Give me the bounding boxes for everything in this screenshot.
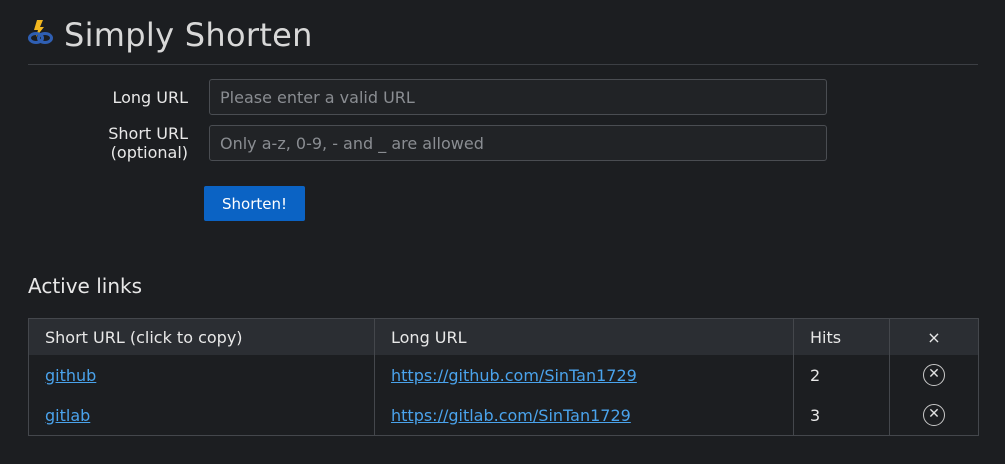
app-header: Simply Shorten	[28, 12, 978, 65]
delete-cell: ✕	[890, 395, 979, 436]
app-title: Simply Shorten	[64, 16, 313, 54]
column-header-hits: Hits	[793, 318, 890, 355]
column-header-delete: ×	[889, 318, 979, 355]
column-header-long-url: Long URL	[374, 318, 794, 355]
short-url-cell: github	[28, 355, 375, 395]
long-url-link[interactable]: https://gitlab.com/SinTan1729	[391, 406, 631, 425]
short-url-label-main: Short URL	[108, 124, 188, 143]
close-circle-icon[interactable]: ✕	[923, 404, 945, 426]
short-url-label-optional: (optional)	[110, 143, 188, 162]
active-links-heading: Active links	[28, 274, 143, 298]
long-url-input[interactable]	[209, 79, 827, 115]
long-url-cell: https://github.com/SinTan1729	[374, 355, 794, 395]
hits-cell: 3	[793, 395, 890, 436]
table-row: github https://github.com/SinTan1729 2 ✕	[28, 355, 979, 395]
column-header-short-url: Short URL (click to copy)	[28, 318, 375, 355]
active-links-table: Short URL (click to copy) Long URL Hits …	[28, 318, 979, 436]
close-circle-icon[interactable]: ✕	[923, 364, 945, 386]
hits-cell: 2	[793, 355, 890, 395]
short-url-label: Short URL (optional)	[28, 124, 188, 162]
table-row: gitlab https://gitlab.com/SinTan1729 3 ✕	[28, 395, 979, 436]
delete-cell: ✕	[890, 355, 979, 395]
long-url-link[interactable]: https://github.com/SinTan1729	[391, 366, 637, 385]
short-url-link[interactable]: gitlab	[45, 406, 90, 425]
app-logo-icon	[28, 20, 53, 44]
long-url-cell: https://gitlab.com/SinTan1729	[374, 395, 794, 436]
shorten-button[interactable]: Shorten!	[204, 186, 305, 221]
app-page: Simply Shorten Long URL Short URL (optio…	[0, 0, 1005, 464]
long-url-label: Long URL	[112, 88, 188, 107]
short-url-link[interactable]: github	[45, 366, 96, 385]
table-header-row: Short URL (click to copy) Long URL Hits …	[28, 318, 979, 355]
short-url-input[interactable]	[209, 125, 827, 161]
short-url-cell: gitlab	[28, 395, 375, 436]
